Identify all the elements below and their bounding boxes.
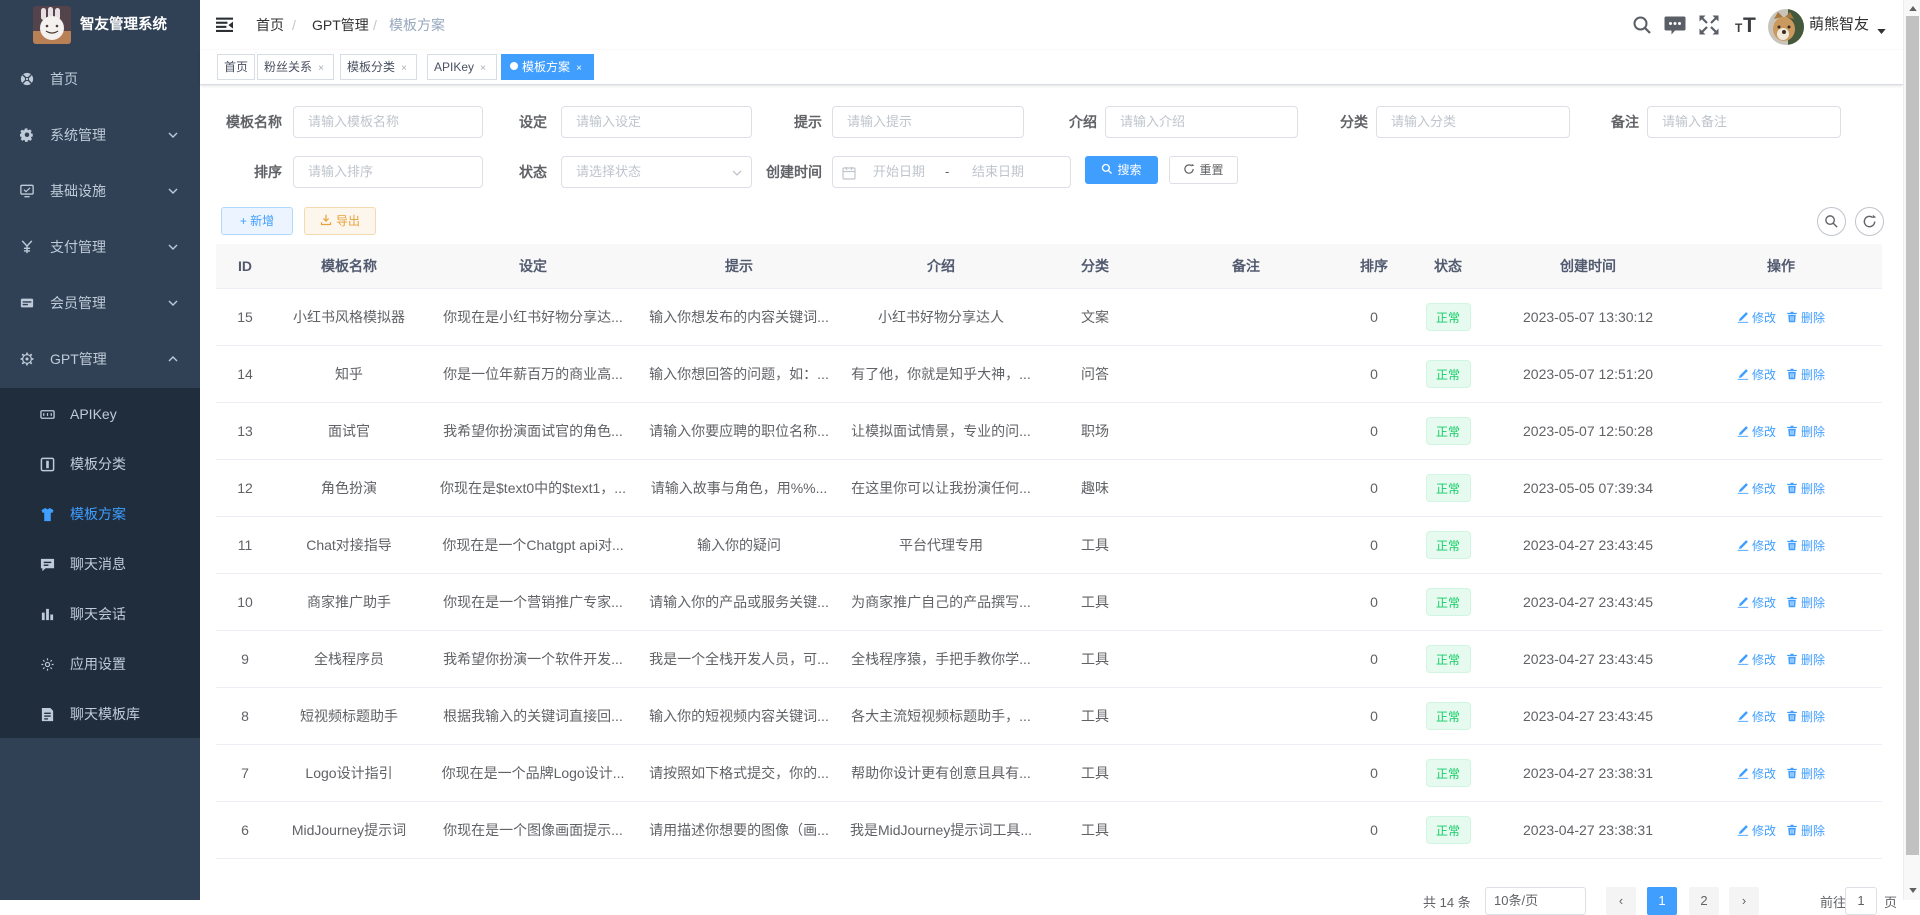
svg-text:T: T (1743, 14, 1756, 37)
svg-text:T: T (1735, 21, 1743, 35)
